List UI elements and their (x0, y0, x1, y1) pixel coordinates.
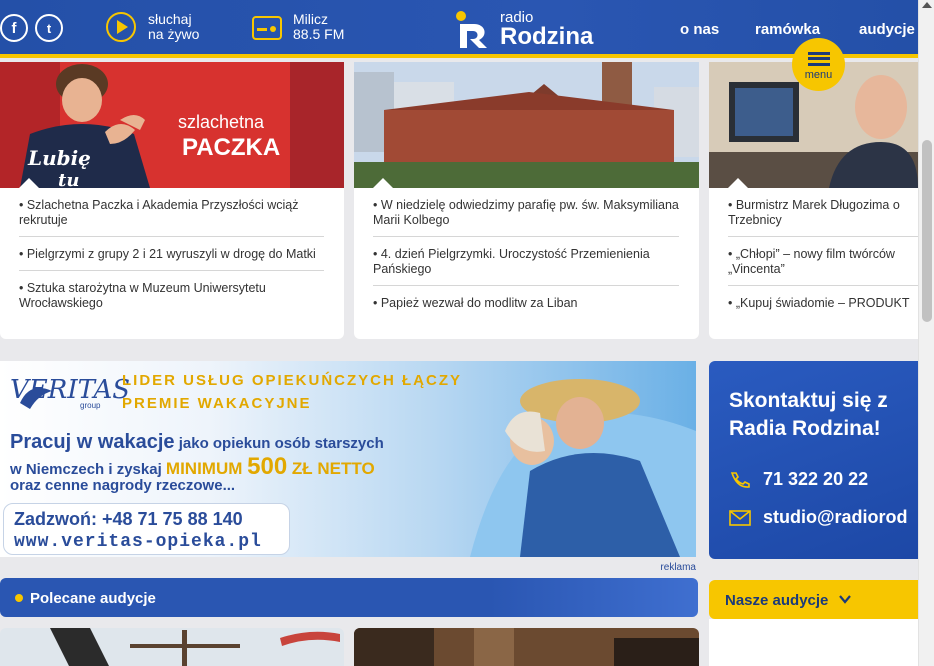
radio-icon (252, 16, 282, 40)
listen-line2: na żywo (148, 26, 200, 42)
contact-email[interactable]: studio@radiorod (729, 507, 908, 528)
ad-line-2b: MINIMUM (165, 459, 248, 478)
twitter-glyph: t (46, 20, 52, 36)
ad-phone: Zadzwoń: +48 71 75 88 140 (14, 509, 243, 529)
contact-phone-number: 71 322 20 22 (763, 469, 869, 489)
news-item[interactable]: • Pielgrzymi z grupy 2 i 21 wyruszyli w … (19, 237, 324, 271)
recommended-shows-title: Polecane audycje (30, 590, 156, 607)
nav-ramowka[interactable]: ramówka (755, 21, 820, 38)
photo-text-shirt-2: tu (58, 170, 79, 188)
page-scrollbar[interactable] (918, 0, 934, 666)
photo-show-2 (354, 628, 699, 666)
news-item[interactable]: • 4. dzień Pielgrzymki. Uroczystość Prze… (373, 237, 679, 286)
news-list-3: • Burmistrz Marek Długozima o Trzebnicy … (709, 188, 918, 319)
news-item[interactable]: • Sztuka starożytna w Muzeum Uniwersytet… (19, 271, 324, 319)
menu-label: menu (804, 68, 833, 81)
pointer-triangle (373, 178, 393, 188)
mail-icon (729, 510, 751, 527)
facebook-glyph: f (11, 19, 17, 37)
ad-contact-box: Zadzwoń: +48 71 75 88 140 www.veritas-op… (3, 503, 290, 555)
news-card-2: • W niedzielę odwiedzimy parafię pw. św.… (354, 62, 699, 339)
play-icon[interactable] (106, 12, 136, 42)
advertisement-banner[interactable]: VERITAS group LIDER USŁUG OPIEKUŃCZYCH Ł… (0, 361, 696, 557)
ad-line-1b: jako opiekun osób starszych (174, 435, 384, 452)
show-thumbnail-2[interactable] (354, 628, 699, 666)
contact-title: Skontaktuj się z Radia Rodzina! (729, 389, 888, 440)
ad-line-1a: Pracuj w wakacje (10, 431, 175, 453)
ad-line-2d: ZŁ NETTO (287, 459, 375, 478)
contact-box: Skontaktuj się z Radia Rodzina! 71 322 2… (709, 361, 918, 559)
scrollbar-thumb[interactable] (922, 140, 932, 322)
site-header: f t słuchaj na żywo Milicz 88.5 FM radio… (0, 0, 918, 58)
logo-mark-icon (456, 11, 487, 48)
ad-url: www.veritas-opieka.pl (14, 532, 262, 552)
phone-icon (730, 472, 750, 489)
news-item[interactable]: • „Kupuj świadomie – PRODUKT (728, 286, 918, 319)
pointer-triangle (19, 178, 39, 188)
news-item[interactable]: • Papież wezwał do modlitw za Liban (373, 286, 679, 319)
news-item[interactable]: • Burmistrz Marek Długozima o Trzebnicy (728, 188, 918, 237)
recommended-shows-header[interactable]: Polecane audycje (0, 578, 698, 617)
news-card-1: Lubię tu szlachetna PACZKA • Szlachetna … (0, 62, 344, 339)
news-list-2: • W niedzielę odwiedzimy parafię pw. św.… (354, 188, 699, 319)
contact-email-address: studio@radiorod (763, 507, 908, 527)
our-shows-title: Nasze audycje (725, 592, 829, 609)
scroll-up-arrow-icon[interactable] (922, 2, 932, 8)
ad-line-3: oraz cenne nagrody rzeczowe... (10, 477, 236, 494)
menu-button[interactable]: menu (792, 38, 845, 91)
listen-line1: słuchaj (148, 11, 192, 27)
ad-brand-sub: group (80, 401, 101, 410)
ad-line-2a: w Niemczech i zyskaj (10, 461, 166, 478)
news-image-church[interactable] (354, 62, 699, 188)
nav-o-nas[interactable]: o nas (680, 21, 719, 38)
news-card-3: • Burmistrz Marek Długozima o Trzebnicy … (709, 62, 918, 339)
ad-label: reklama (660, 562, 696, 573)
hamburger-icon (807, 51, 830, 66)
photo-show-1 (0, 628, 344, 666)
news-item[interactable]: • W niedzielę odwiedzimy parafię pw. św.… (373, 188, 679, 237)
station-freq: 88.5 FM (293, 26, 345, 42)
show-thumbnail-1[interactable] (0, 628, 344, 666)
pointer-triangle (728, 178, 748, 188)
bullet-dot-icon (15, 594, 23, 602)
news-image-szlachetna-paczka[interactable]: Lubię tu szlachetna PACZKA (0, 62, 344, 188)
our-shows-dropdown[interactable]: Nasze audycje (709, 580, 918, 619)
ad-headline-1: LIDER USŁUG OPIEKUŃCZYCH ŁĄCZY (122, 372, 463, 389)
ad-line-1: Pracuj w wakacje jako opiekun osób stars… (10, 431, 384, 454)
ad-line-2c: 500 (247, 453, 288, 480)
listen-live-link[interactable]: słuchaj na żywo (148, 12, 199, 42)
ad-headline-2: PREMIE WAKACYJNE (122, 395, 312, 412)
photo-szlachetna-paczka: Lubię tu szlachetna PACZKA (0, 62, 344, 188)
twitter-icon[interactable]: t (35, 14, 63, 42)
facebook-icon[interactable]: f (0, 14, 28, 42)
photo-text-shirt-1: Lubię (27, 146, 91, 170)
news-list-1: • Szlachetna Paczka i Akademia Przyszłoś… (0, 188, 344, 319)
nav-audycje[interactable]: audycje (859, 21, 915, 38)
station-city: Milicz (293, 11, 328, 27)
ad-brand: VERITAS (10, 375, 131, 405)
logo-rodzina-text: Rodzina (500, 23, 594, 50)
contact-phone[interactable]: 71 322 20 22 (729, 469, 868, 490)
our-shows-panel (709, 619, 918, 666)
news-item[interactable]: • „Chłopi” – nowy film twórców „Vincenta… (728, 237, 918, 286)
photo-banner-text-2: PACZKA (182, 134, 280, 161)
radio-rodzina-logo[interactable]: radio Rodzina (452, 8, 602, 52)
station-frequency[interactable]: Milicz 88.5 FM (293, 12, 344, 42)
chevron-down-icon (839, 595, 851, 604)
photo-church (354, 62, 699, 188)
photo-banner-text-1: szlachetna (178, 112, 265, 132)
news-item[interactable]: • Szlachetna Paczka i Akademia Przyszłoś… (19, 188, 324, 237)
page: f t słuchaj na żywo Milicz 88.5 FM radio… (0, 0, 934, 666)
